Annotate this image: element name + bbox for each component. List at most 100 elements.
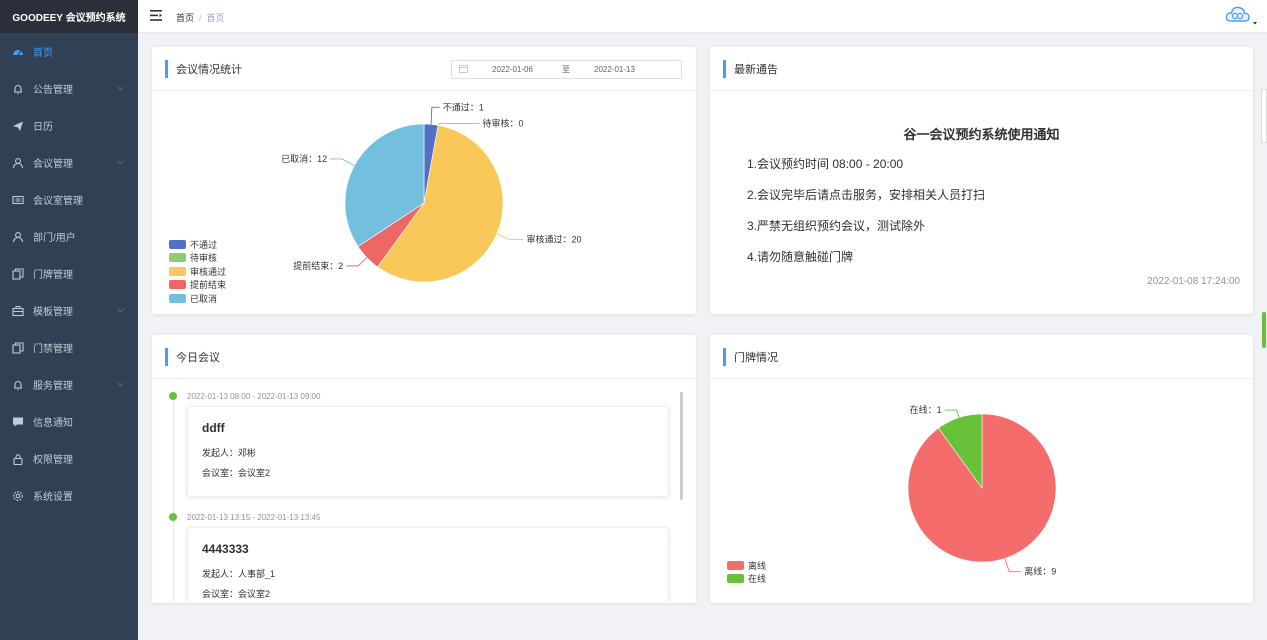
sidebar-item[interactable]: 服务管理 (0, 366, 138, 403)
sidebar-item[interactable]: 会议管理 (0, 144, 138, 181)
title-accent-bar (165, 59, 168, 78)
legend-item[interactable]: 在线 (727, 573, 766, 585)
legend-label: 在线 (748, 574, 767, 584)
door-plate-legend: 离线在线 (727, 559, 766, 586)
today-meetings-card: 今日会议 2022-01-13 08:00 - 2022-01-13 09:00… (152, 335, 696, 603)
latest-notice-card: 最新通告 谷一会议预约系统使用通知 1.会议预约时间 08:00 - 20:00… (710, 47, 1253, 314)
legend-item[interactable]: 待审核 (169, 252, 226, 264)
sidebar-item-label: 日历 (33, 122, 53, 133)
timeline-scrollbar[interactable] (680, 392, 683, 500)
legend-swatch (727, 574, 744, 583)
today-meetings-header: 今日会议 (152, 335, 696, 379)
latest-notice-header: 最新通告 (710, 47, 1253, 91)
sidebar-item[interactable]: 信息通知 (0, 403, 138, 440)
page-scrollbar-thumb[interactable] (1262, 312, 1266, 348)
sidebar-item[interactable]: 门禁管理 (0, 329, 138, 366)
legend-label: 不通过 (190, 239, 218, 250)
pie-label: 不通过：1 (443, 101, 484, 112)
pie-label: 待审核：0 (483, 117, 524, 128)
latest-notice-title: 最新通告 (734, 63, 778, 76)
lock-icon (12, 453, 24, 465)
sidebar-item[interactable]: 部门/用户 (0, 218, 138, 255)
side-drawer-tab[interactable] (1261, 89, 1267, 143)
sidebar-item-label: 公告管理 (33, 85, 73, 96)
notice-line: 1.会议预约时间 08:00 - 20:00 (747, 157, 904, 171)
legend-item[interactable]: 离线 (727, 559, 766, 571)
meeting-stats-pie-chart: 不通过：1 待审核：0 审核通过：20 提前结束：2 已取消：12 (281, 101, 582, 283)
door-plate-card: 门牌情况 离线：9 在线：1 离线在线 (710, 335, 1253, 603)
message-icon (12, 416, 24, 428)
meeting-room: 会议室：会议室2 (202, 468, 271, 478)
top-navbar: 首页 / 首页 (138, 0, 1267, 33)
sidebar-item[interactable]: 模板管理 (0, 292, 138, 329)
sidebar-item-label: 部门/用户 (33, 233, 76, 244)
legend-label: 已取消 (190, 293, 218, 304)
sidebar-item[interactable]: 权限管理 (0, 440, 138, 477)
sidebar-item[interactable]: 会议室管理 (0, 181, 138, 218)
copy-icon (12, 341, 24, 354)
sidebar-item-label: 权限管理 (33, 455, 73, 466)
legend-swatch (169, 280, 186, 289)
pie-label: 离线：9 (1024, 566, 1056, 577)
today-meetings-title: 今日会议 (176, 351, 220, 364)
gear-icon (12, 490, 24, 502)
date-end-input[interactable]: 2022-01-13 (594, 65, 635, 74)
user-icon (12, 157, 24, 169)
meeting-initiator: 发起人：人事部_1 (202, 569, 276, 579)
user-avatar[interactable] (1225, 5, 1259, 30)
calendar-icon (459, 64, 468, 75)
legend-item[interactable]: 审核通过 (169, 265, 226, 277)
legend-item[interactable]: 已取消 (169, 292, 226, 304)
copy-icon (12, 267, 24, 280)
sidebar-item-label: 门禁管理 (33, 344, 73, 355)
legend-swatch (727, 560, 744, 570)
sidebar-item[interactable]: 系统设置 (0, 477, 138, 514)
timeline-dot (169, 513, 177, 521)
meeting-card[interactable]: ddff 发起人：邓彬 会议室：会议室2 (187, 406, 669, 497)
pie-label-line (330, 158, 355, 166)
meeting-timeline[interactable]: 2022-01-13 08:00 - 2022-01-13 09:00 ddff… (152, 380, 696, 602)
sidebar-item[interactable]: 公告管理 (0, 70, 138, 107)
legend-item[interactable]: 不通过 (169, 238, 226, 250)
meeting-stats-title: 会议情况统计 (176, 63, 242, 76)
legend-swatch (169, 239, 186, 249)
date-start-input[interactable]: 2022-01-06 (492, 65, 533, 74)
hamburger-icon[interactable] (150, 10, 162, 24)
bell-icon (12, 379, 24, 391)
sidebar-item-label: 门牌管理 (33, 270, 73, 281)
meeting-time: 2022-01-13 13:15 - 2022-01-13 13:45 (187, 513, 321, 522)
legend-item[interactable]: 提前结束 (169, 279, 226, 291)
legend-label: 审核通过 (190, 266, 227, 277)
date-range-separator: 至 (562, 65, 570, 74)
notice-timestamp: 2022-01-08 17:24:00 (1147, 276, 1240, 287)
pie-label-line (1004, 558, 1022, 573)
sidebar-item[interactable]: 门牌管理 (0, 255, 138, 292)
meeting-stats-card: 会议情况统计 2022-01-06 至 2022-01-13 不通过：1 待审核：… (152, 47, 696, 314)
breadcrumb-home[interactable]: 首页 (176, 13, 194, 23)
door-plate-header: 门牌情况 (710, 335, 1253, 379)
sidebar-item-label: 会议室管理 (33, 196, 83, 207)
chevron-down-icon (117, 83, 124, 94)
sidebar-item-label: 会议管理 (33, 159, 73, 170)
legend-swatch (169, 253, 186, 262)
sidebar: GOODEEY 会议预约系统 首页 公告管理 日历 会议管理 会议室管理 部门/用户 门牌管… (0, 0, 138, 640)
legend-swatch (169, 293, 186, 303)
sidebar-item[interactable]: 日历 (0, 107, 138, 144)
sidebar-item-label: 首页 (33, 48, 53, 59)
timeline-line (173, 394, 174, 602)
pie-label: 审核通过：20 (527, 234, 582, 245)
date-range-picker[interactable]: 2022-01-06 至 2022-01-13 (451, 60, 682, 79)
meeting-time: 2022-01-13 08:00 - 2022-01-13 09:00 (187, 392, 321, 401)
room-icon (12, 194, 24, 206)
title-accent-bar (723, 59, 726, 78)
meeting-card[interactable]: 4443333 发起人：人事部_1 会议室：会议室2 (187, 527, 669, 602)
pie-label: 已取消：12 (281, 153, 327, 164)
title-accent-bar (723, 347, 726, 366)
bell-icon (12, 83, 24, 95)
meeting-name: 4443333 (202, 542, 249, 556)
sidebar-item[interactable]: 首页 (0, 33, 138, 70)
timeline-dot (169, 392, 177, 400)
pie-label: 在线：1 (910, 404, 942, 415)
meeting-initiator: 发起人：邓彬 (202, 448, 257, 458)
send-icon (12, 120, 24, 132)
